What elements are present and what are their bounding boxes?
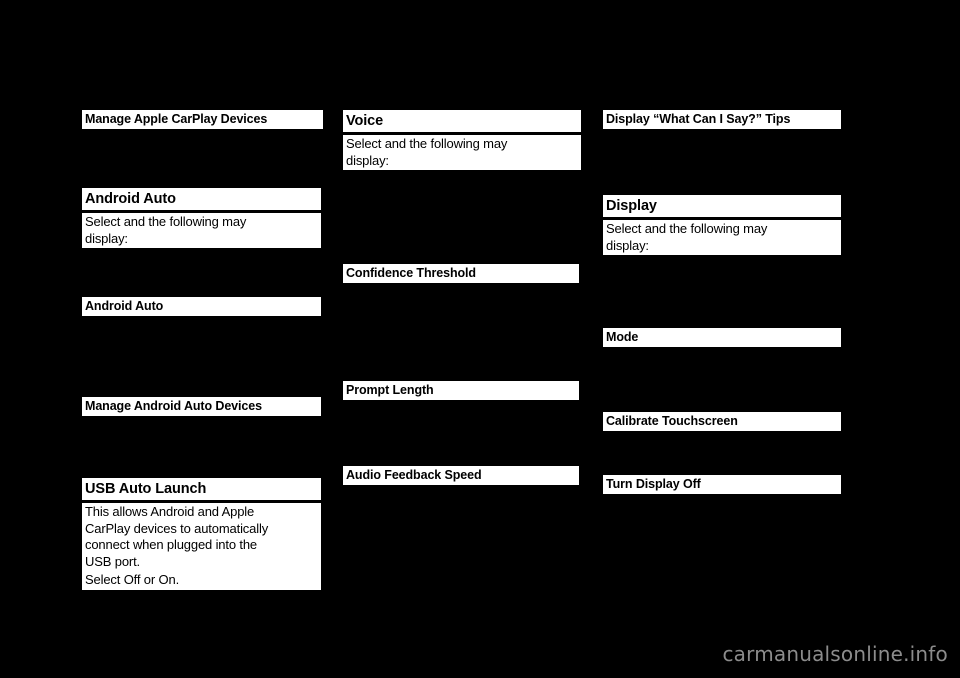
document-page: Manage Apple CarPlay Devices Android Auto…	[0, 0, 960, 678]
text-block-audio-feedback-speed: Audio Feedback Speed	[343, 466, 579, 485]
text-block-manage-android-auto-devices: Manage Android Auto Devices	[82, 397, 321, 416]
text-block-usb-auto-launch-heading: USB Auto Launch	[82, 478, 321, 500]
text-block-manage-apple-carplay-devices: Manage Apple CarPlay Devices	[82, 110, 323, 129]
text-block-voice-heading: Voice	[343, 110, 581, 132]
text-block-android-auto-item: Android Auto	[82, 297, 321, 316]
text-block-prompt-length: Prompt Length	[343, 381, 579, 400]
text-block-android-auto-heading: Android Auto	[82, 188, 321, 210]
text-block-calibrate-touchscreen: Calibrate Touchscreen	[603, 412, 841, 431]
text-block-display-intro: Select and the following may display:	[603, 220, 841, 255]
text-block-display-what-can-i-say-tips: Display “What Can I Say?” Tips	[603, 110, 841, 129]
text-block-turn-display-off: Turn Display Off	[603, 475, 841, 494]
text-block-display-heading: Display	[603, 195, 841, 217]
text-block-android-auto-intro: Select and the following may display:	[82, 213, 321, 248]
text-block-mode: Mode	[603, 328, 841, 347]
site-watermark: carmanualsonline.info	[722, 642, 948, 666]
text-block-usb-auto-launch-body: This allows Android and Apple CarPlay de…	[82, 503, 321, 571]
column-right: Display “What Can I Say?” Tips Display Sel…	[603, 0, 841, 678]
column-left: Manage Apple CarPlay Devices Android Auto…	[82, 0, 323, 678]
text-block-confidence-threshold: Confidence Threshold	[343, 264, 579, 283]
text-block-voice-intro: Select and the following may display:	[343, 135, 581, 170]
column-middle: Voice Select and the following may displa…	[343, 0, 581, 678]
text-block-usb-auto-launch-select: Select Off or On.	[82, 571, 321, 590]
